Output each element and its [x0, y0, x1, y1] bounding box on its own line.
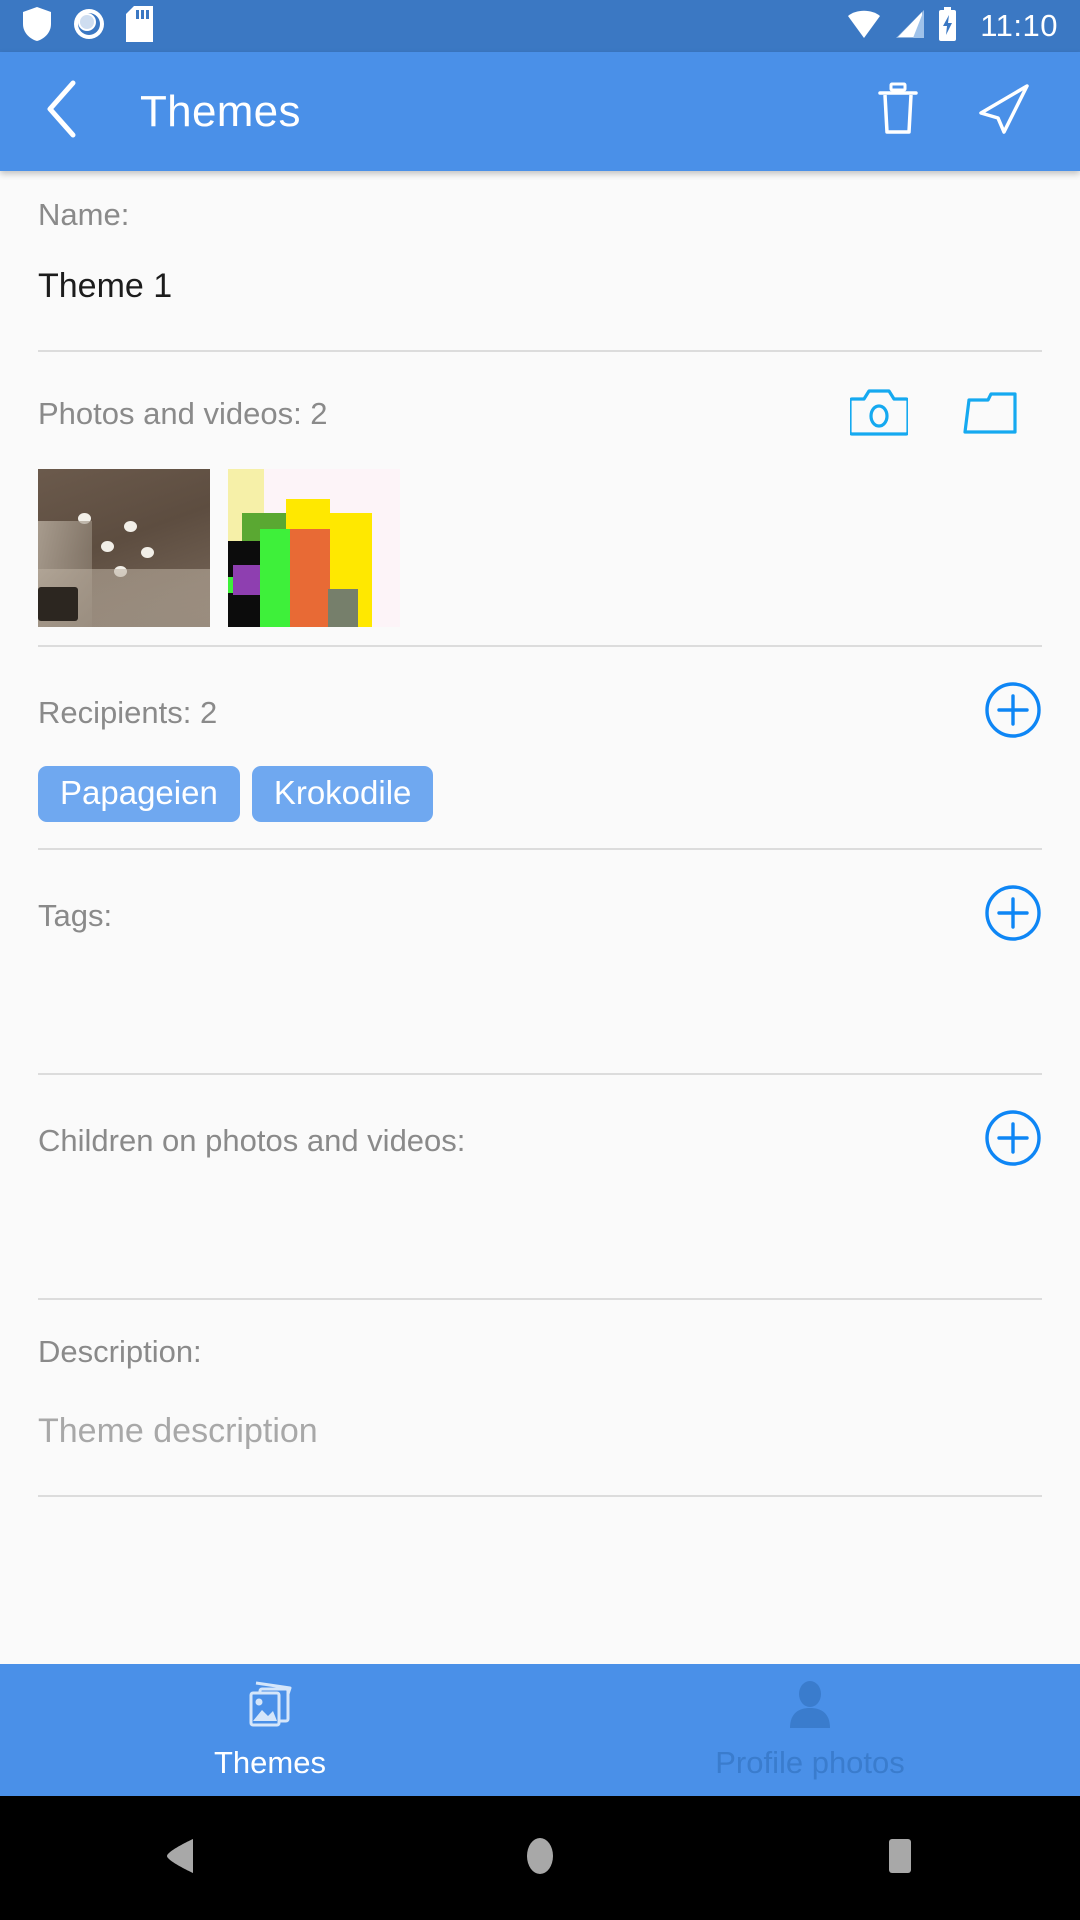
nav-recents-button[interactable]: [840, 1796, 960, 1920]
children-label: Children on photos and videos:: [38, 1122, 466, 1158]
photos-actions: [848, 386, 1042, 441]
photos-header: Photos and videos: 2: [38, 352, 1042, 441]
status-bar-left-icons: [22, 5, 153, 47]
children-section: Children on photos and videos:: [38, 1075, 1042, 1298]
app-bar: Themes: [0, 52, 1080, 171]
tags-header: Tags:: [38, 850, 1042, 947]
folder-button[interactable]: [962, 386, 1020, 441]
person-icon: [785, 1680, 835, 1735]
app-screen: 11:10 Themes Name: Theme 1 Photos and vi…: [0, 0, 1080, 1920]
add-recipient-button[interactable]: [984, 681, 1042, 744]
name-input[interactable]: Theme 1: [38, 233, 1042, 350]
name-label: Name:: [38, 197, 130, 232]
theme-form: Name: Theme 1 Photos and videos: 2 Recip…: [0, 171, 1080, 1664]
name-section: Name: Theme 1: [38, 171, 1042, 350]
add-tag-button[interactable]: [984, 884, 1042, 947]
photo-thumbnail[interactable]: [228, 469, 400, 627]
tags-label: Tags:: [38, 897, 113, 933]
delete-button[interactable]: [868, 82, 928, 142]
wifi-icon: [847, 9, 881, 44]
children-header: Children on photos and videos:: [38, 1075, 1042, 1172]
cellular-signal-icon: [893, 9, 925, 44]
add-circle-icon: [984, 1109, 1042, 1172]
photos-section: Photos and videos: 2: [38, 352, 1042, 645]
trash-icon: [876, 82, 920, 141]
send-button[interactable]: [974, 82, 1034, 142]
status-bar: 11:10: [0, 0, 1080, 52]
description-section: Description: Theme description: [38, 1300, 1042, 1495]
tab-profile-photos[interactable]: Profile photos: [540, 1680, 1080, 1781]
recipients-section: Recipients: 2 Papageien Krokodile: [38, 647, 1042, 848]
nav-home-circle-icon: [522, 1836, 558, 1881]
page-title: Themes: [140, 86, 301, 136]
send-icon: [977, 82, 1031, 141]
nav-back-button[interactable]: [120, 1796, 240, 1920]
children-empty-area: [38, 1172, 1042, 1298]
add-circle-icon: [984, 681, 1042, 744]
description-label: Description:: [38, 1334, 202, 1369]
tags-section: Tags:: [38, 850, 1042, 1073]
add-child-button[interactable]: [984, 1109, 1042, 1172]
divider: [38, 1495, 1042, 1497]
camera-button[interactable]: [848, 386, 910, 441]
battery-charging-icon: [937, 6, 958, 46]
chevron-left-icon: [43, 80, 79, 143]
shield-icon: [22, 6, 52, 47]
tab-label: Themes: [214, 1744, 326, 1780]
tab-themes[interactable]: Themes: [0, 1680, 540, 1781]
app-bar-actions: [868, 82, 1050, 142]
tab-label: Profile photos: [715, 1744, 905, 1780]
photo-thumbnail[interactable]: [38, 469, 210, 627]
sync-icon: [72, 7, 106, 46]
sd-card-icon: [126, 5, 153, 47]
photo-library-icon: [242, 1680, 298, 1735]
recipient-chips: Papageien Krokodile: [38, 744, 1042, 848]
photos-label: Photos and videos: 2: [38, 395, 328, 431]
photo-thumbnails: [38, 441, 1042, 645]
recipient-chip[interactable]: Krokodile: [251, 766, 434, 822]
description-input[interactable]: Theme description: [38, 1370, 1042, 1495]
bottom-tab-bar: Themes Profile photos: [0, 1664, 1080, 1796]
android-nav-bar: [0, 1796, 1080, 1920]
folder-icon: [962, 386, 1020, 441]
tags-empty-area: [38, 947, 1042, 1073]
status-bar-right-icons: 11:10: [847, 6, 1058, 46]
recipients-header: Recipients: 2: [38, 647, 1042, 744]
status-bar-clock: 11:10: [980, 8, 1058, 43]
recipient-chip[interactable]: Papageien: [38, 766, 240, 822]
recipients-label: Recipients: 2: [38, 694, 218, 730]
nav-recents-square-icon: [884, 1837, 916, 1880]
back-button[interactable]: [30, 80, 92, 143]
nav-home-button[interactable]: [480, 1796, 600, 1920]
nav-back-triangle-icon: [163, 1837, 197, 1880]
add-circle-icon: [984, 884, 1042, 947]
camera-icon: [848, 386, 910, 441]
